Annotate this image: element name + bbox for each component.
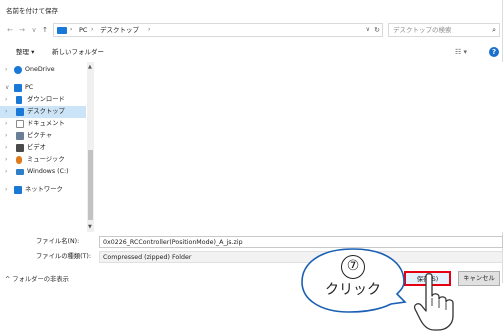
chevron-right-icon: › [5,132,8,139]
refresh-icon[interactable]: ↻ [374,24,380,36]
back-icon[interactable]: ← [5,22,15,38]
desktop-icon [16,108,24,116]
search-input[interactable]: デスクトップの検索 ⌕ [388,23,500,37]
cloud-icon [14,66,22,74]
videos-icon [16,144,24,152]
search-placeholder: デスクトップの検索 [393,26,452,34]
nav-scrollbar[interactable]: ▲ ▼ [87,62,94,232]
nav-item-label: ピクチャ [27,132,53,139]
scrollbar-thumb[interactable] [88,150,93,220]
chevron-down-icon[interactable]: ∨ [366,24,370,36]
address-row: ← → ∨ ↑ › PC › デスクトップ › ∨ ↻ デスクトップの検索 ⌕ [0,22,503,38]
nav-item-music[interactable]: › ミュージック [0,154,86,166]
nav-item-label: ネットワーク [25,186,63,193]
forward-icon[interactable]: → [17,22,27,38]
chevron-right-icon: › [5,144,8,151]
breadcrumb-desktop[interactable]: デスクトップ [100,24,139,36]
chevron-down-icon: ∨ [5,84,10,91]
nav-item-onedrive[interactable]: › OneDrive [0,64,86,76]
search-icon: ⌕ [492,26,496,34]
chevron-right-icon: › [5,156,8,163]
hide-folders-button[interactable]: ^ フォルダーの非表示 [5,274,69,286]
pictures-icon [16,132,24,140]
navigation-pane: › OneDrive ∨ PC › ダウンロード › デスクトップ › ドキュメ… [0,62,96,232]
nav-item-pc[interactable]: ∨ PC [0,82,86,94]
breadcrumb-separator: › [148,26,151,33]
file-type-label: ファイルの種類(T): [36,253,91,260]
scroll-down-icon[interactable]: ▼ [88,224,92,230]
breadcrumb-pc[interactable]: PC [79,24,87,36]
download-icon [16,96,22,104]
step-number: ⑦ [341,255,365,279]
nav-item-videos[interactable]: › ビデオ [0,142,86,154]
click-callout: ⑦ クリック [299,246,407,318]
window-title: 名前を付けて保存 [6,7,58,15]
pc-icon [14,84,22,92]
chevron-right-icon: › [5,96,8,103]
toolbar: 整理 ▾ 新しいフォルダー ☷ ▾ ? [0,43,503,61]
nav-item-windows-c[interactable]: › Windows (C:) [0,166,86,178]
organize-button[interactable]: 整理 ▾ [16,46,34,58]
address-bar[interactable]: › PC › デスクトップ › ∨ ↻ [53,23,383,37]
nav-item-label: ビデオ [27,144,46,151]
nav-item-label: ドキュメント [27,120,65,127]
save-as-dialog: 名前を付けて保存 ← → ∨ ↑ › PC › デスクトップ › ∨ ↻ デスク… [0,0,503,286]
chevron-right-icon: › [5,168,8,175]
nav-item-label: Windows (C:) [27,168,69,175]
cancel-button[interactable]: キャンセル [458,271,500,286]
chevron-right-icon: › [5,66,8,73]
help-icon[interactable]: ? [489,47,499,57]
new-folder-button[interactable]: 新しいフォルダー [52,46,104,58]
breadcrumb-separator: › [70,26,73,33]
nav-item-desktop[interactable]: › デスクトップ [0,106,86,118]
nav-item-label: OneDrive [25,66,55,73]
network-icon [14,186,22,194]
chevron-right-icon: › [5,120,8,127]
scroll-up-icon[interactable]: ▲ [88,64,92,70]
chevron-right-icon: › [5,108,8,115]
nav-item-pictures[interactable]: › ピクチャ [0,130,86,142]
filename-label: ファイル名(N): [36,238,80,245]
up-icon[interactable]: ↑ [40,22,50,38]
recent-locations-icon[interactable]: ∨ [29,22,39,38]
view-options-icon[interactable]: ☷ ▾ [455,46,467,58]
file-list-pane[interactable] [96,62,503,232]
nav-item-label: ダウンロード [27,96,65,103]
nav-item-network[interactable]: › ネットワーク [0,184,86,196]
nav-item-label: デスクトップ [27,108,65,115]
drive-icon [16,169,24,175]
pointer-hand-icon [413,273,454,331]
save-fields: ファイル名(N): 0x0226_RCController(PositionMo… [0,236,503,266]
callout-text: クリック [325,282,381,298]
nav-item-downloads[interactable]: › ダウンロード [0,94,86,106]
breadcrumb-separator: › [91,26,94,33]
music-icon [16,156,22,164]
nav-item-documents[interactable]: › ドキュメント [0,118,86,130]
pc-icon [57,27,67,34]
documents-icon [16,120,24,128]
chevron-right-icon: › [5,186,8,193]
nav-item-label: PC [25,84,34,91]
nav-item-label: ミュージック [27,156,65,163]
